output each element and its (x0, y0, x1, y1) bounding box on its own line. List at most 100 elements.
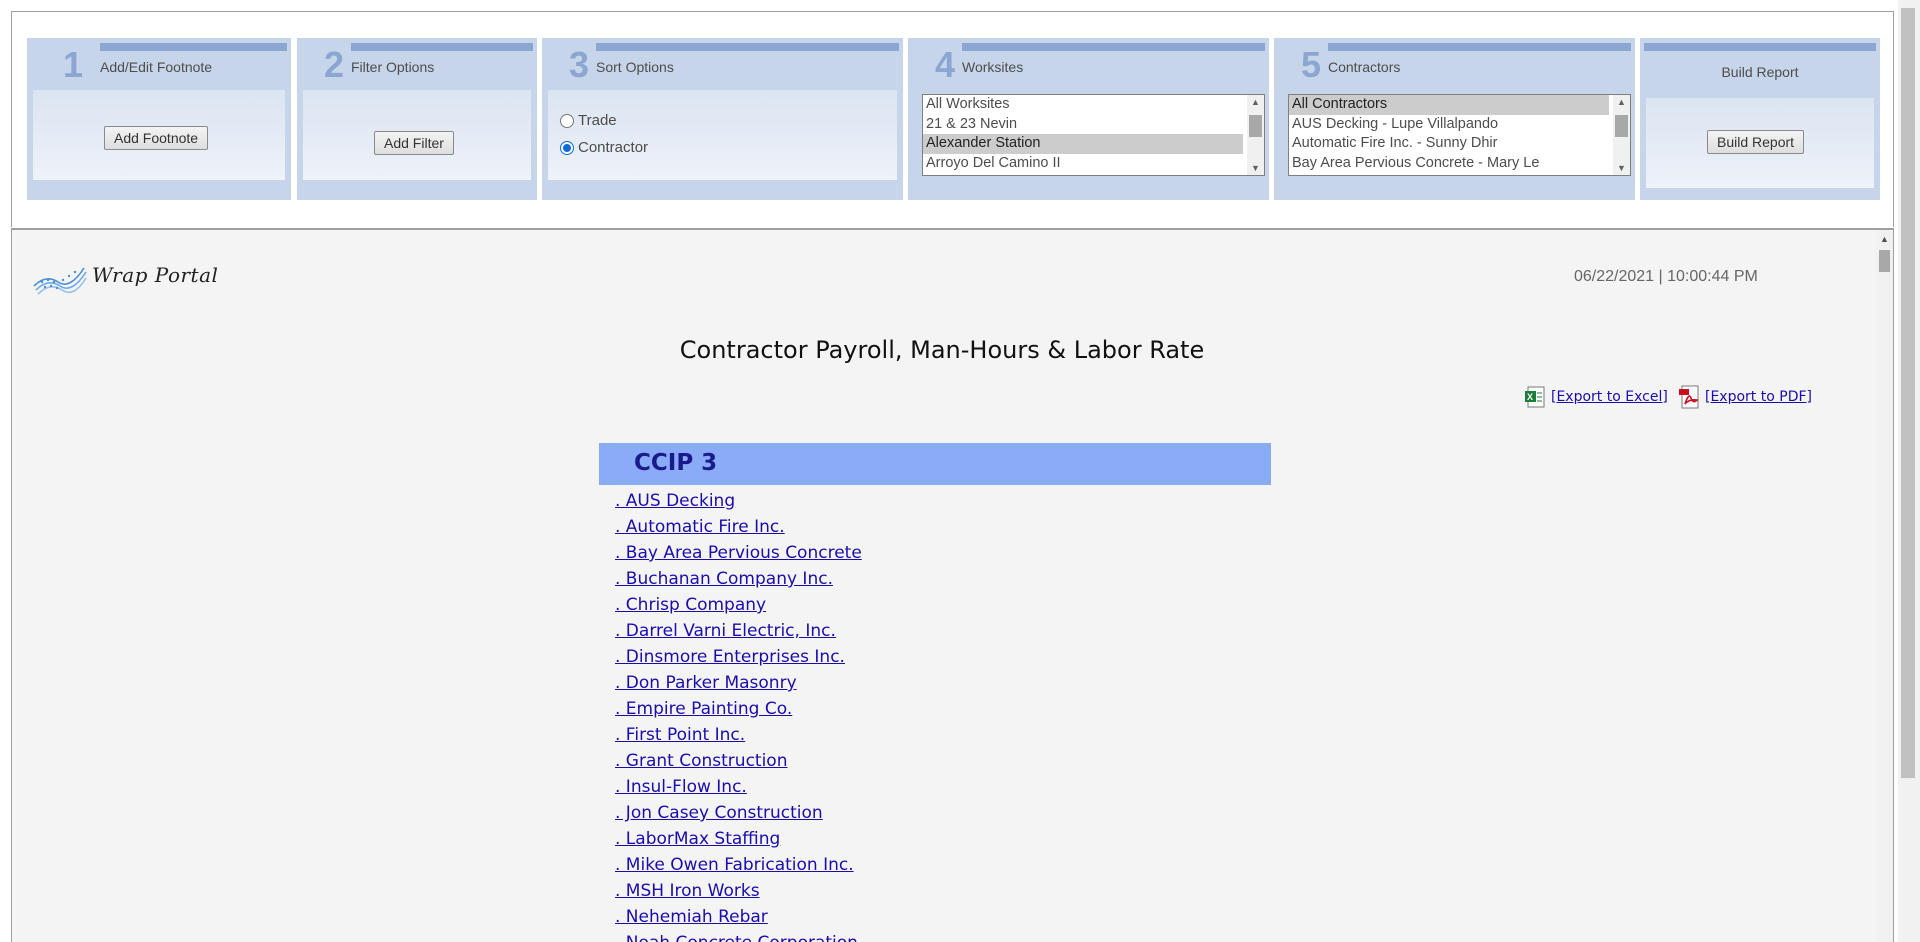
panel-accent-bar (100, 43, 287, 51)
logo-wordmark: Wrap Portal (92, 263, 219, 287)
step-panel-sort: 3 Sort Options Trade Contractor (542, 38, 903, 200)
scrollbar-thumb[interactable] (1615, 115, 1628, 137)
report-title: Contractor Payroll, Man-Hours & Labor Ra… (679, 336, 1205, 364)
list-item: . Don Parker Masonry (615, 670, 862, 696)
contractor-link[interactable]: . LaborMax Staffing (615, 829, 780, 849)
step-number: 4 (935, 44, 956, 85)
contractor-link[interactable]: . Bay Area Pervious Concrete (615, 543, 862, 563)
contractors-listbox[interactable]: All Contractors AUS Decking - Lupe Villa… (1288, 94, 1631, 176)
panel-accent-bar (1328, 43, 1631, 51)
scrollbar-thumb[interactable] (1901, 8, 1915, 778)
report-viewer: Wrap Portal 06/22/2021 | 10:00:44 PM Con… (11, 228, 1894, 942)
contractor-option[interactable]: Bay Area Pervious Concrete - Mary Le (1289, 154, 1609, 174)
step-body: All Worksites 21 & 23 Nevin Alexander St… (914, 90, 1265, 180)
contractor-option[interactable]: Automatic Fire Inc. - Sunny Dhir (1289, 134, 1609, 154)
contractor-link[interactable]: . MSH Iron Works (615, 881, 760, 901)
pdf-icon[interactable] (1677, 384, 1703, 410)
contractor-link[interactable]: . Noah Concrete Corporation (615, 933, 858, 942)
step-title: Contractors (1328, 59, 1401, 75)
step-body: All Contractors AUS Decking - Lupe Villa… (1280, 90, 1631, 180)
listbox-scrollbar[interactable]: ▲ ▼ (1247, 95, 1264, 175)
contractor-option[interactable]: AUS Decking - Lupe Villalpando (1289, 115, 1609, 135)
scroll-down-arrow-icon[interactable]: ▼ (1247, 161, 1264, 175)
scrollbar-thumb[interactable] (1879, 250, 1890, 272)
worksite-option[interactable]: 21 & 23 Nevin (923, 115, 1243, 135)
build-report-button[interactable]: Build Report (1707, 130, 1805, 154)
panel-accent-bar (1644, 43, 1876, 51)
step-title: Sort Options (596, 59, 674, 75)
listbox-scrollbar[interactable]: ▲ ▼ (1613, 95, 1630, 175)
worksite-option[interactable]: All Worksites (923, 95, 1243, 115)
step-number: 2 (324, 44, 345, 85)
contractor-link[interactable]: . Mike Owen Fabrication Inc. (615, 855, 854, 875)
list-item: . Noah Concrete Corporation (615, 930, 862, 942)
add-filter-button[interactable]: Add Filter (374, 131, 454, 155)
step-panel-worksites: 4 Worksites All Worksites 21 & 23 Nevin … (908, 38, 1269, 200)
contractor-link[interactable]: . Empire Painting Co. (615, 699, 792, 719)
wave-logo-icon (33, 267, 87, 295)
panel-accent-bar (351, 43, 533, 51)
list-item: . MSH Iron Works (615, 878, 862, 904)
step-panel-filter: 2 Filter Options Add Filter (297, 38, 537, 200)
contractor-list: . AUS Decking . Automatic Fire Inc. . Ba… (615, 488, 862, 942)
contractor-link[interactable]: . Grant Construction (615, 751, 787, 771)
contractor-link[interactable]: . Automatic Fire Inc. (615, 517, 785, 537)
worksites-listbox[interactable]: All Worksites 21 & 23 Nevin Alexander St… (922, 94, 1265, 176)
export-pdf-link[interactable]: [Export to PDF] (1677, 384, 1812, 410)
contractor-link[interactable]: . AUS Decking (615, 491, 735, 511)
contractor-link[interactable]: . Dinsmore Enterprises Inc. (615, 647, 845, 667)
list-item: . Empire Painting Co. (615, 696, 862, 722)
list-item: . Buchanan Company Inc. (615, 566, 862, 592)
step-body: Build Report (1646, 98, 1874, 188)
wrap-portal-logo: Wrap Portal (32, 260, 222, 296)
step-panel-build-report: Build Report Build Report (1640, 38, 1880, 200)
list-item: . LaborMax Staffing (615, 826, 862, 852)
scroll-up-arrow-icon[interactable]: ▲ (1247, 95, 1264, 109)
trade-radio[interactable] (560, 113, 574, 128)
worksite-option[interactable]: Arroyo Del Camino II (923, 154, 1243, 174)
contractor-link[interactable]: . Nehemiah Rebar (615, 907, 768, 927)
report-builder-toolbar: 1 Add/Edit Footnote Add Footnote 2 Filte… (11, 11, 1894, 227)
step-body: Add Footnote (33, 90, 285, 180)
list-item: . Bay Area Pervious Concrete (615, 540, 862, 566)
export-excel-link[interactable]: X [Export to Excel] (1523, 384, 1668, 410)
contractor-link[interactable]: . Insul-Flow Inc. (615, 777, 747, 797)
export-pdf-label[interactable]: [Export to PDF] (1705, 389, 1812, 405)
list-item: . First Point Inc. (615, 722, 862, 748)
export-excel-label[interactable]: [Export to Excel] (1551, 389, 1668, 405)
list-item: . Darrel Varni Electric, Inc. (615, 618, 862, 644)
worksite-option-selected[interactable]: Alexander Station (923, 134, 1243, 154)
step-panel-footnote: 1 Add/Edit Footnote Add Footnote (27, 38, 291, 200)
svg-text:X: X (1527, 392, 1533, 402)
contractor-radio[interactable] (560, 140, 574, 155)
scroll-down-arrow-icon[interactable]: ▼ (1613, 161, 1630, 175)
contractor-option-selected[interactable]: All Contractors (1289, 95, 1609, 115)
group-header: CCIP 3 (599, 443, 1271, 485)
list-item: . Automatic Fire Inc. (615, 514, 862, 540)
panel-accent-bar (962, 43, 1265, 51)
add-footnote-button[interactable]: Add Footnote (104, 126, 209, 150)
list-item: . Grant Construction (615, 748, 862, 774)
contractor-link[interactable]: . Don Parker Masonry (615, 673, 797, 693)
list-item: . AUS Decking (615, 488, 862, 514)
panel-accent-bar (596, 43, 899, 51)
sort-option-trade[interactable]: Trade (560, 112, 617, 129)
list-item: . Dinsmore Enterprises Inc. (615, 644, 862, 670)
scroll-up-arrow-icon[interactable]: ▲ (1876, 234, 1893, 244)
step-title: Filter Options (351, 59, 435, 75)
report-scrollbar[interactable]: ▲ (1876, 230, 1893, 942)
step-number: 3 (569, 44, 590, 85)
step-number: 1 (63, 44, 84, 85)
contractor-link[interactable]: . Chrisp Company (615, 595, 766, 615)
scrollbar-thumb[interactable] (1249, 115, 1262, 137)
excel-icon[interactable]: X (1523, 384, 1549, 410)
contractor-link[interactable]: . Buchanan Company Inc. (615, 569, 833, 589)
radio-label: Trade (578, 112, 617, 129)
scroll-up-arrow-icon[interactable]: ▲ (1613, 95, 1630, 109)
window-scrollbar[interactable] (1898, 0, 1920, 942)
contractor-link[interactable]: . First Point Inc. (615, 725, 745, 745)
list-item: . Jon Casey Construction (615, 800, 862, 826)
sort-option-contractor[interactable]: Contractor (560, 139, 648, 156)
contractor-link[interactable]: . Darrel Varni Electric, Inc. (615, 621, 836, 641)
contractor-link[interactable]: . Jon Casey Construction (615, 803, 823, 823)
